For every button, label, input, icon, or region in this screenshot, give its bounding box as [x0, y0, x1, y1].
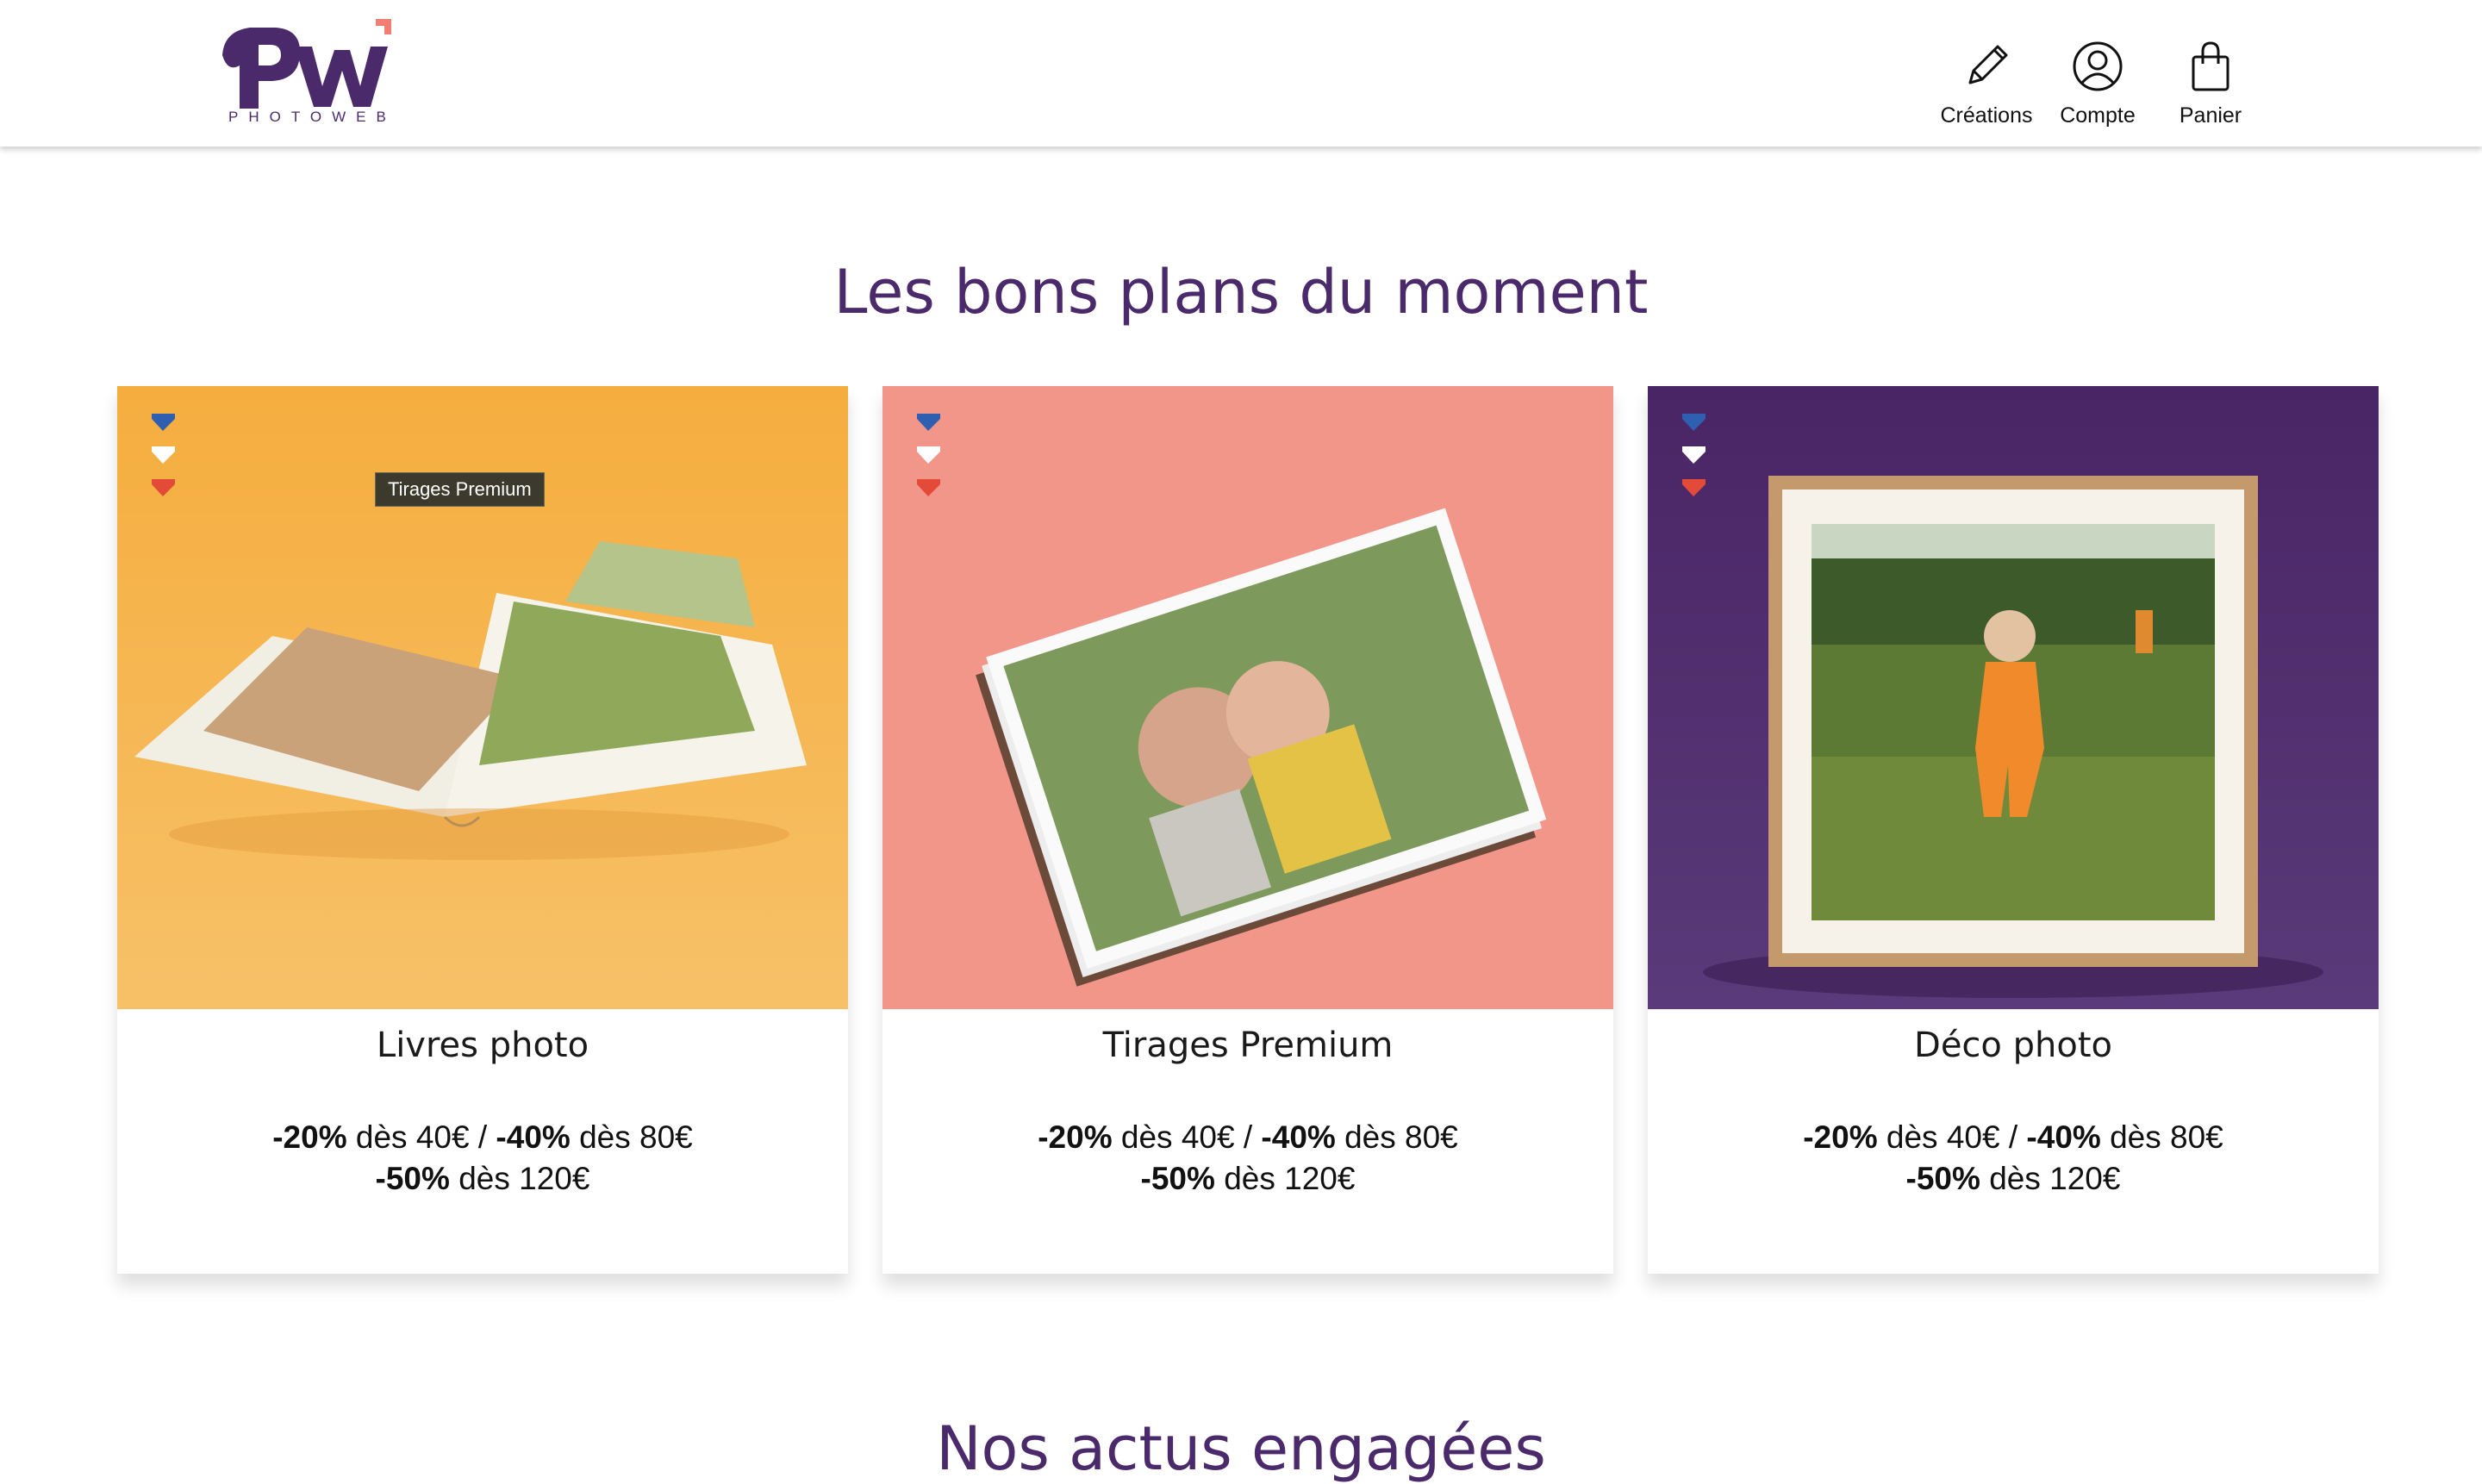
deals-section-title: Les bons plans du moment	[833, 257, 1649, 327]
deal-card-deco-photo[interactable]: Déco photo -20% dès 40€ / -40% dès 80€ -…	[1648, 386, 2379, 1274]
nav-cart[interactable]: Panier	[2137, 40, 2284, 128]
deal-card-tirages-premium[interactable]: Tirages Premium -20% dès 40€ / -40% dès …	[882, 386, 1613, 1274]
card-title: Tirages Premium	[1102, 1026, 1394, 1065]
site-header: PHOTOWEB Créations Compte Panier	[0, 0, 2482, 147]
heart-red	[1682, 479, 1706, 496]
card-title: Déco photo	[1914, 1026, 2112, 1065]
heart-blue	[152, 414, 175, 431]
shopping-bag-icon	[2192, 41, 2229, 91]
news-section-title: Nos actus engagées	[936, 1413, 1546, 1484]
tooltip: Tirages Premium	[375, 472, 545, 507]
card-promo: -20% dès 40€ / -40% dès 80€ -50% dès 120…	[1038, 1119, 1458, 1196]
pencil-icon	[1968, 45, 2008, 84]
card-title: Livres photo	[376, 1026, 589, 1065]
heart-white	[1682, 446, 1706, 464]
photo-book-image: Tirages Premium	[117, 386, 848, 1009]
card-promo: -20% dès 40€ / -40% dès 80€ -50% dès 120…	[1803, 1119, 2223, 1196]
card-promo: -20% dès 40€ / -40% dès 80€ -50% dès 120…	[272, 1119, 693, 1196]
heart-white	[917, 446, 940, 464]
heart-red	[152, 479, 175, 496]
heart-red	[917, 479, 940, 496]
nav-label-cart: Panier	[2179, 103, 2242, 128]
photo-prints-image	[882, 386, 1613, 1009]
heart-white	[152, 446, 175, 464]
framed-photo-image	[1648, 386, 2379, 1009]
deal-card-livres-photo[interactable]: Tirages Premium Livres photo -20% dès 40…	[117, 386, 848, 1274]
heart-blue	[917, 414, 940, 431]
user-circle-icon	[2073, 41, 2123, 91]
logo-wordmark: PHOTOWEB	[228, 109, 396, 125]
heart-blue	[1682, 414, 1706, 431]
